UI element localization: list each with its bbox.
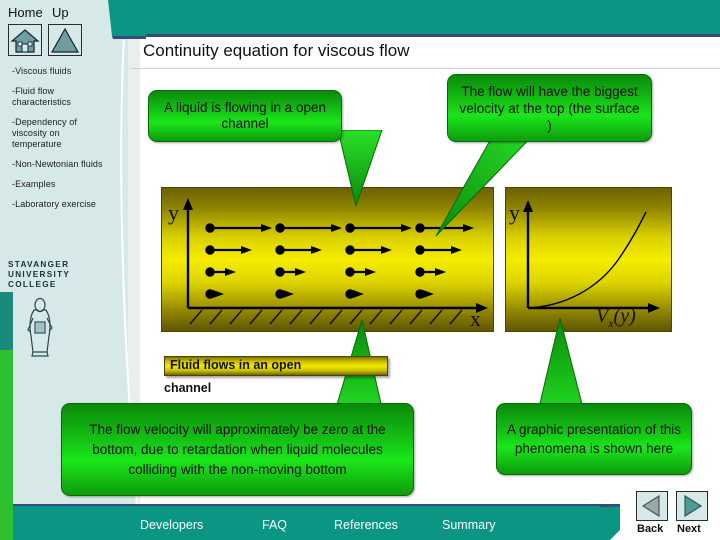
back-label: Back — [637, 523, 664, 535]
title-divider — [131, 68, 720, 69]
velocity-profile-chart — [523, 200, 660, 313]
sidebar-item-viscous-fluids[interactable]: -Viscous fluids — [12, 66, 108, 77]
up-label: Up — [52, 5, 69, 20]
up-button[interactable] — [48, 24, 82, 56]
logo-line-2: UNIVERSITY — [8, 270, 71, 279]
callout-liquid-open-channel[interactable]: A liquid is flowing in a open channel — [148, 90, 342, 142]
slide-root: Home Up -Viscous fluids -Fluid flow char… — [0, 0, 720, 540]
left-diagram-y-axis-label: y — [168, 200, 179, 225]
next-button[interactable] — [676, 491, 708, 521]
page-title: Continuity equation for viscous flow — [143, 41, 410, 60]
footer-link-summary[interactable]: Summary — [442, 518, 495, 532]
callout-graphic-presentation-text: A graphic presentation of this phenomena… — [506, 422, 682, 456]
house-icon — [10, 29, 40, 53]
logo-accent-stripe-green — [0, 350, 13, 540]
vx-label-arg: (y) — [613, 305, 636, 327]
university-logo: STAVANGER UNIVERSITY COLLEGE — [8, 260, 108, 357]
right-diagram-y-axis-label: y — [509, 200, 520, 225]
fluid-flows-banner-line2: channel — [164, 381, 212, 395]
velocity-vector-field — [183, 198, 488, 325]
sidebar-teal-wedge — [108, 0, 146, 39]
sidebar-nav: -Viscous fluids -Fluid flow characterist… — [12, 66, 108, 219]
triangle-right-icon — [684, 494, 703, 518]
next-label: Next — [677, 523, 701, 535]
callout-velocity-zero-bottom[interactable]: The flow velocity will approximately be … — [61, 403, 414, 496]
flow-diagram-panel — [161, 187, 494, 332]
callout-biggest-velocity-top[interactable]: The flow will have the biggest velocity … — [447, 74, 652, 142]
home-button[interactable] — [8, 24, 42, 56]
left-diagram-x-axis-label: x — [470, 306, 481, 331]
sidebar-item-non-newtonian-fluids[interactable]: -Non-Newtonian fluids — [12, 159, 108, 170]
triangle-left-icon — [641, 494, 660, 518]
back-button[interactable] — [636, 491, 668, 521]
sidebar-item-fluid-flow-characteristics[interactable]: -Fluid flow characteristics — [12, 86, 108, 108]
footer-link-faq[interactable]: FAQ — [262, 518, 287, 532]
footer-link-developers[interactable]: Developers — [140, 518, 203, 532]
sidebar-item-laboratory-exercise[interactable]: -Laboratory exercise — [12, 199, 108, 210]
vx-label-main: V — [596, 305, 609, 327]
logo-line-3: COLLEGE — [8, 280, 57, 289]
right-diagram-x-axis-label: Vx(y) — [596, 305, 636, 331]
callout-biggest-velocity-top-text: The flow will have the biggest velocity … — [459, 83, 640, 133]
fluid-flows-banner-line1: Fluid flows in an open — [170, 358, 302, 372]
logo-line-1: STAVANGER — [8, 260, 70, 269]
callout-velocity-zero-bottom-text: The flow velocity will approximately be … — [89, 421, 386, 477]
callout-graphic-presentation[interactable]: A graphic presentation of this phenomena… — [496, 403, 692, 475]
footer-link-references[interactable]: References — [334, 518, 398, 532]
home-label: Home — [8, 5, 43, 20]
velocity-profile-panel — [505, 187, 672, 332]
triangle-up-icon — [50, 27, 80, 53]
sidebar-item-examples[interactable]: -Examples — [12, 179, 108, 190]
sidebar-item-dependency-of-viscosity[interactable]: -Dependency of viscosity on temperature — [12, 117, 108, 150]
logo-accent-stripe-teal — [0, 292, 13, 350]
statue-figure-icon — [27, 297, 53, 357]
callout-liquid-open-channel-text: A liquid is flowing in a open channel — [163, 100, 327, 131]
